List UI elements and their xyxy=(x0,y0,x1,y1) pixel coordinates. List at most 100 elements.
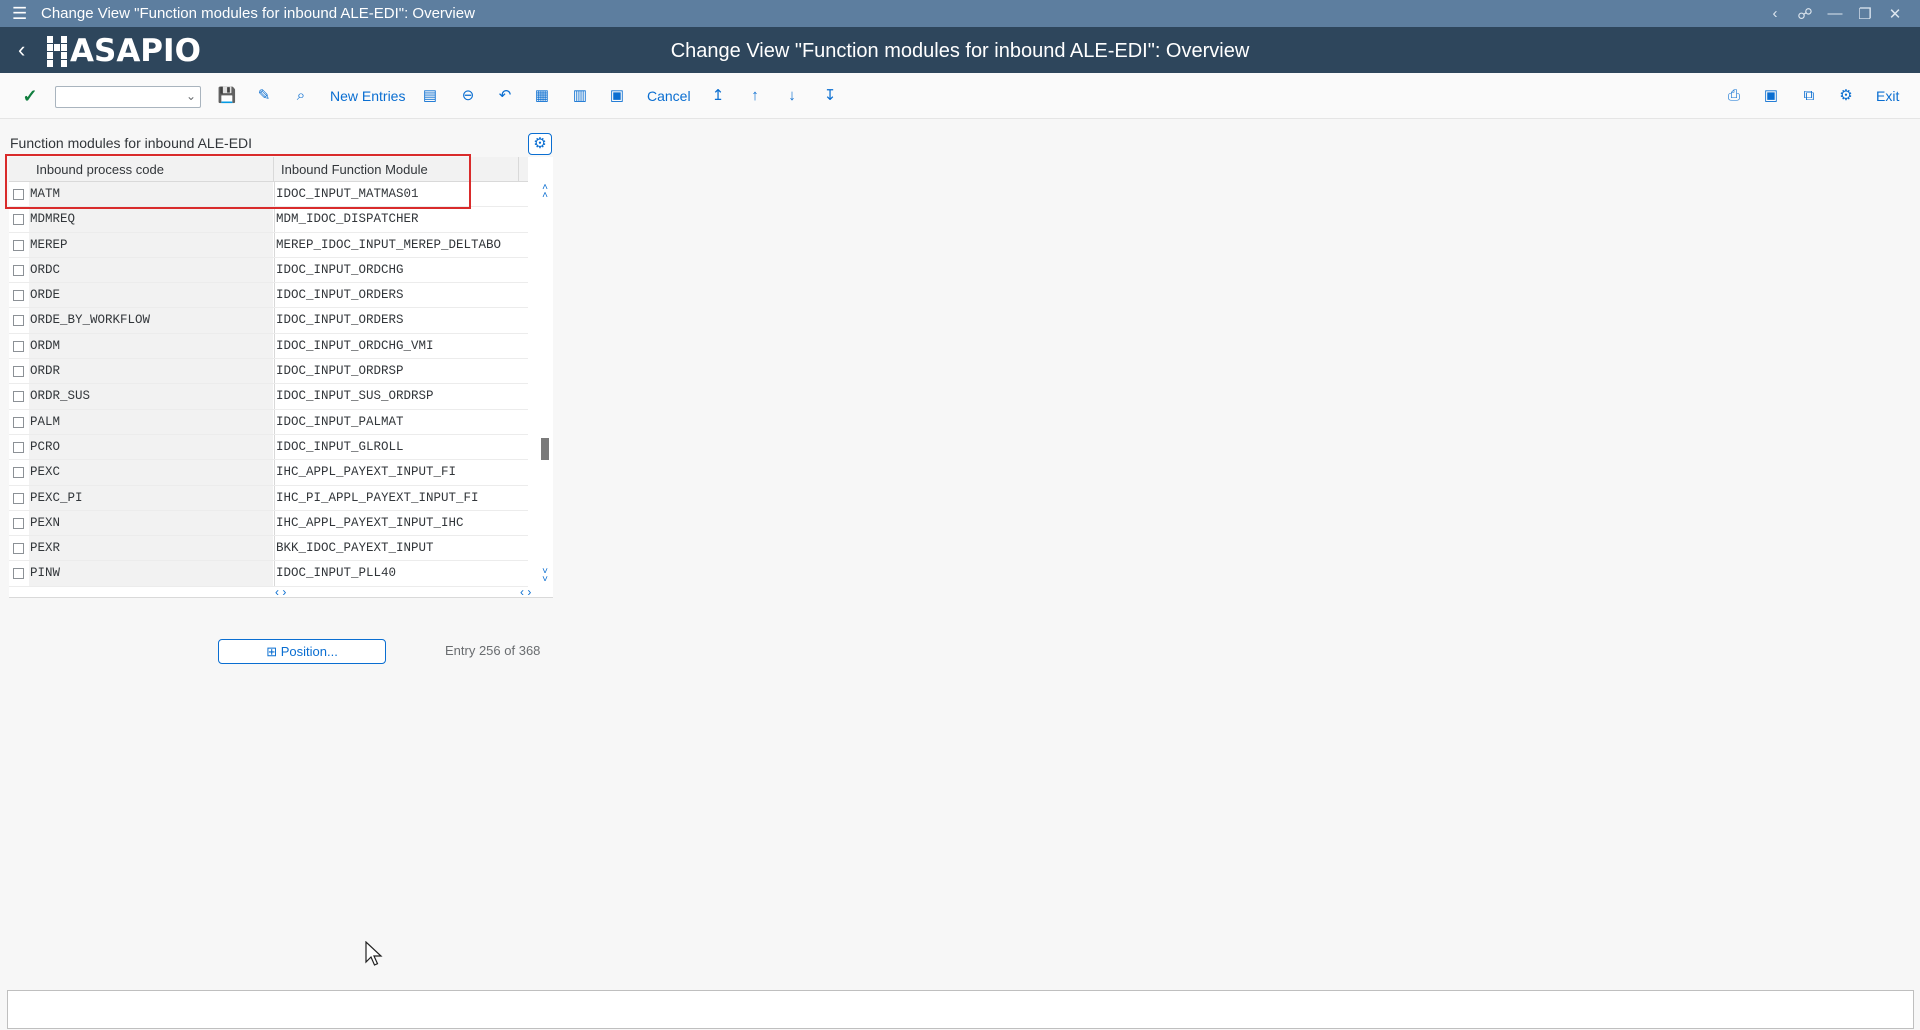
row-select-checkbox[interactable] xyxy=(13,441,24,453)
select-block-icon[interactable]: ▥ xyxy=(568,83,592,109)
last-page-icon[interactable]: ↧ xyxy=(818,83,842,109)
delete-icon[interactable]: ⊖ xyxy=(456,83,480,109)
row-select-checkbox[interactable] xyxy=(13,290,24,302)
entry-counter: Entry 256 of 368 xyxy=(445,643,541,658)
enter-check-icon[interactable]: ✓ xyxy=(18,83,42,109)
row-select-checkbox[interactable] xyxy=(13,492,24,504)
exit-button[interactable]: Exit xyxy=(1876,83,1899,109)
display-change-icon[interactable]: ✎ xyxy=(252,83,276,109)
row-select-checkbox[interactable] xyxy=(13,568,24,580)
deselect-all-icon[interactable]: ▣ xyxy=(605,83,629,109)
row-select-checkbox[interactable] xyxy=(13,239,24,251)
table-row[interactable]: PEXC_PI IHC_PI_APPL_PAYEXT_INPUT_FI xyxy=(9,485,528,511)
function-module-cell[interactable]: IDOC_INPUT_SUS_ORDRSP xyxy=(274,384,518,409)
function-module-cell[interactable]: IHC_APPL_PAYEXT_INPUT_IHC xyxy=(274,510,518,536)
new-entries-button[interactable]: New Entries xyxy=(330,83,405,109)
minimize-icon[interactable]: — xyxy=(1820,5,1850,22)
print-icon[interactable]: ⎙ xyxy=(1722,83,1746,109)
first-page-icon[interactable]: ↥ xyxy=(706,83,730,109)
save-icon[interactable]: 💾 xyxy=(215,83,239,109)
process-code-cell: ORDE xyxy=(29,283,273,308)
row-select-checkbox[interactable] xyxy=(13,264,24,276)
status-bar xyxy=(7,990,1914,1029)
table-settings-button[interactable]: ⚙ xyxy=(528,133,552,155)
new-window-icon[interactable]: ⧉ xyxy=(1797,83,1821,109)
process-code-cell: PEXN xyxy=(29,510,273,536)
function-module-cell[interactable]: MDM_IDOC_DISPATCHER xyxy=(274,207,518,232)
table-row[interactable]: ORDM IDOC_INPUT_ORDCHG_VMI xyxy=(9,333,528,360)
window-layout-icon[interactable]: ▣ xyxy=(1759,83,1783,109)
function-module-cell[interactable]: IHC_APPL_PAYEXT_INPUT_FI xyxy=(274,460,518,485)
select-all-icon[interactable]: ▦ xyxy=(530,83,554,109)
settings-gear-icon[interactable]: ⚙ xyxy=(1834,83,1858,109)
column-header-function-module[interactable]: Inbound Function Module xyxy=(281,162,428,177)
function-module-cell[interactable]: IHC_PI_APPL_PAYEXT_INPUT_FI xyxy=(274,485,518,510)
unlock-icon[interactable]: ☍ xyxy=(1790,5,1820,23)
scroll-down-icon[interactable]: ˅ ˅ xyxy=(538,567,552,585)
row-select-checkbox[interactable] xyxy=(13,543,24,555)
mouse-pointer-icon xyxy=(365,941,383,966)
table-row[interactable]: ORDE IDOC_INPUT_ORDERS xyxy=(9,283,528,309)
table-row[interactable]: PEXN IHC_APPL_PAYEXT_INPUT_IHC xyxy=(9,510,528,537)
row-select-checkbox[interactable] xyxy=(13,340,24,352)
table-row[interactable]: ORDR_SUS IDOC_INPUT_SUS_ORDRSP xyxy=(9,384,528,410)
scroll-left-icon[interactable]: ‹ › xyxy=(275,585,286,599)
collapse-left-icon[interactable]: ‹ xyxy=(1760,5,1790,22)
function-module-cell[interactable]: BKK_IDOC_PAYEXT_INPUT xyxy=(274,536,518,561)
table-row[interactable]: PINW IDOC_INPUT_PLL40 xyxy=(9,561,528,587)
position-icon: ⊞ xyxy=(266,644,278,659)
process-code-cell: MEREP xyxy=(29,232,273,257)
row-select-checkbox[interactable] xyxy=(13,315,24,327)
table-row[interactable]: PEXC IHC_APPL_PAYEXT_INPUT_FI xyxy=(9,460,528,486)
vertical-scrollbar[interactable]: ˄ ˄ ˅ ˅ xyxy=(538,182,552,586)
function-module-cell[interactable]: IDOC_INPUT_ORDCHG_VMI xyxy=(274,333,518,359)
table-row[interactable]: MDMREQ MDM_IDOC_DISPATCHER xyxy=(9,207,528,233)
hamburger-menu-icon[interactable]: ☰ xyxy=(12,0,34,27)
function-module-cell[interactable]: IDOC_INPUT_PALMAT xyxy=(274,409,518,434)
close-icon[interactable]: ✕ xyxy=(1880,5,1910,23)
row-select-checkbox[interactable] xyxy=(13,189,24,200)
copy-as-icon[interactable]: ▤ xyxy=(418,83,442,109)
table-row[interactable]: PEXR BKK_IDOC_PAYEXT_INPUT xyxy=(9,536,528,562)
scroll-right-icon[interactable]: ‹ › xyxy=(520,585,531,599)
process-code-cell: MATM xyxy=(29,182,273,207)
row-select-checkbox[interactable] xyxy=(13,517,24,529)
scroll-up-icon[interactable]: ˄ ˄ xyxy=(538,183,552,201)
process-code-cell: PCRO xyxy=(29,434,273,460)
table-row[interactable]: ORDR IDOC_INPUT_ORDRSP xyxy=(9,359,528,385)
cancel-button[interactable]: Cancel xyxy=(647,83,691,109)
function-module-cell[interactable]: IDOC_INPUT_ORDCHG xyxy=(274,257,518,283)
row-select-checkbox[interactable] xyxy=(13,366,24,378)
function-module-cell[interactable]: MEREP_IDOC_INPUT_MEREP_DELTABO xyxy=(274,232,518,257)
function-modules-table: Inbound process code Inbound Function Mo… xyxy=(9,157,553,599)
previous-page-icon[interactable]: ↑ xyxy=(743,83,767,109)
scrollbar-thumb[interactable] xyxy=(541,438,549,460)
function-module-cell[interactable]: IDOC_INPUT_ORDERS xyxy=(274,283,518,308)
process-code-cell: PINW xyxy=(29,561,273,586)
function-module-cell[interactable]: IDOC_INPUT_GLROLL xyxy=(274,434,518,460)
position-button[interactable]: ⊞ Position... xyxy=(218,639,386,664)
process-code-cell: PEXC xyxy=(29,460,273,485)
table-row[interactable]: MATM IDOC_INPUT_MATMAS01 xyxy=(9,182,528,208)
function-module-cell[interactable]: IDOC_INPUT_ORDRSP xyxy=(274,359,518,384)
function-module-cell[interactable]: IDOC_INPUT_ORDERS xyxy=(274,308,518,333)
maximize-icon[interactable]: ❐ xyxy=(1850,5,1880,23)
row-select-checkbox[interactable] xyxy=(13,467,24,479)
gear-icon: ⚙ xyxy=(533,135,547,152)
table-row[interactable]: MEREP MEREP_IDOC_INPUT_MEREP_DELTABO xyxy=(9,232,528,258)
table-row[interactable]: PCRO IDOC_INPUT_GLROLL xyxy=(9,434,528,461)
table-row[interactable]: ORDE_BY_WORKFLOW IDOC_INPUT_ORDERS xyxy=(9,308,528,334)
command-field[interactable]: ⌄ xyxy=(55,86,201,108)
next-page-icon[interactable]: ↓ xyxy=(780,83,804,109)
function-module-cell[interactable]: IDOC_INPUT_MATMAS01 xyxy=(274,182,518,207)
table-row[interactable]: ORDC IDOC_INPUT_ORDCHG xyxy=(9,257,528,284)
row-select-checkbox[interactable] xyxy=(13,391,24,403)
find-icon[interactable]: ⌕ xyxy=(289,83,313,109)
column-header-process-code[interactable]: Inbound process code xyxy=(36,162,164,177)
row-select-checkbox[interactable] xyxy=(13,214,24,226)
function-module-cell[interactable]: IDOC_INPUT_PLL40 xyxy=(274,561,518,586)
row-select-checkbox[interactable] xyxy=(13,416,24,428)
table-row[interactable]: PALM IDOC_INPUT_PALMAT xyxy=(9,409,528,435)
chevron-down-icon[interactable]: ⌄ xyxy=(186,89,196,103)
undo-icon[interactable]: ↶ xyxy=(493,83,517,109)
